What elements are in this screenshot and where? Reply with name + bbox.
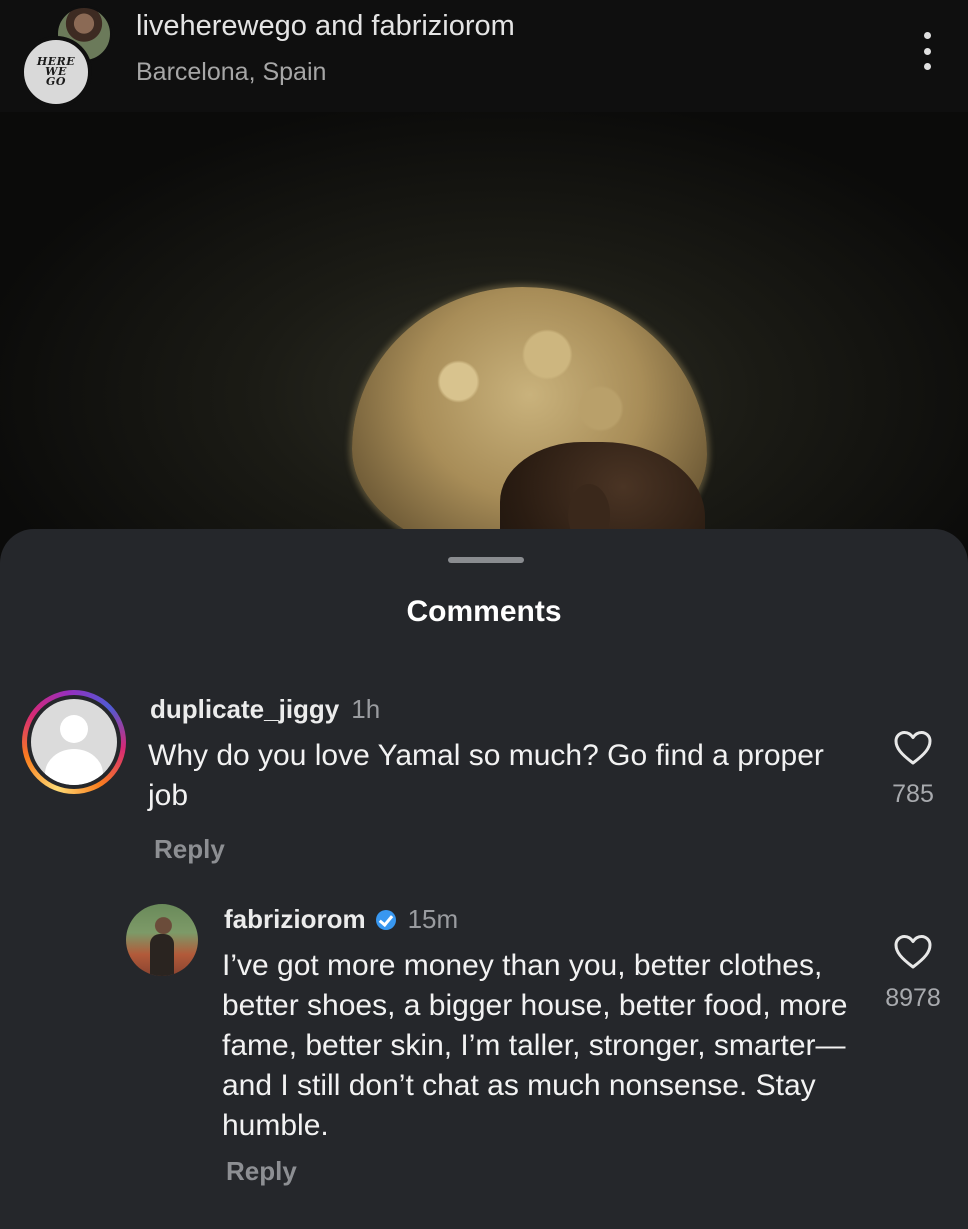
comment-text: I’ve got more money than you, better clo…	[222, 949, 848, 1142]
reply-button[interactable]: Reply	[154, 834, 225, 865]
story-ring-gap	[27, 695, 121, 789]
like-block: 8978	[878, 934, 948, 1013]
commenter-avatar[interactable]	[126, 904, 198, 976]
comment-text: Why do you love Yamal so much? Go find a…	[148, 739, 824, 812]
more-options-button[interactable]	[912, 28, 942, 74]
owner-avatar[interactable]: HERE WE GO	[20, 36, 92, 108]
reply-button[interactable]: Reply	[226, 1156, 297, 1187]
like-block: 785	[878, 730, 948, 809]
heart-outline-icon[interactable]	[893, 730, 933, 766]
comment-username[interactable]: duplicate_jiggy	[150, 694, 339, 724]
verified-badge-icon	[375, 909, 396, 930]
comment-timestamp: 15m	[407, 904, 459, 934]
like-count: 785	[892, 780, 934, 808]
post-owners[interactable]: liveherewego and fabriziorom	[136, 10, 515, 43]
heart-outline-icon[interactable]	[893, 934, 933, 970]
more-vertical-icon	[923, 47, 931, 55]
collab-avatars[interactable]: HERE WE GO	[0, 0, 130, 112]
logo-text-line: GO	[46, 75, 66, 88]
comment-meta: fabriziorom 15m	[224, 904, 458, 935]
comments-sheet: Comments duplicate_jiggy 1h Why do you lo…	[0, 529, 968, 1229]
commenter-avatar	[31, 699, 117, 785]
more-vertical-icon	[923, 63, 931, 70]
sheet-title: Comments	[406, 595, 562, 628]
post-photo[interactable]	[0, 112, 968, 582]
post-location[interactable]: Barcelona, Spain	[136, 58, 326, 87]
post-header: HERE WE GO liveherewego and fabriziorom …	[0, 0, 968, 112]
comment-meta: duplicate_jiggy 1h	[150, 694, 380, 725]
comment-username[interactable]: fabriziorom	[224, 904, 366, 935]
more-vertical-icon	[923, 32, 931, 39]
comment-timestamp: 1h	[351, 694, 381, 724]
like-count: 8978	[885, 984, 941, 1012]
sheet-drag-handle[interactable]	[448, 557, 524, 563]
story-ring[interactable]	[22, 690, 126, 794]
